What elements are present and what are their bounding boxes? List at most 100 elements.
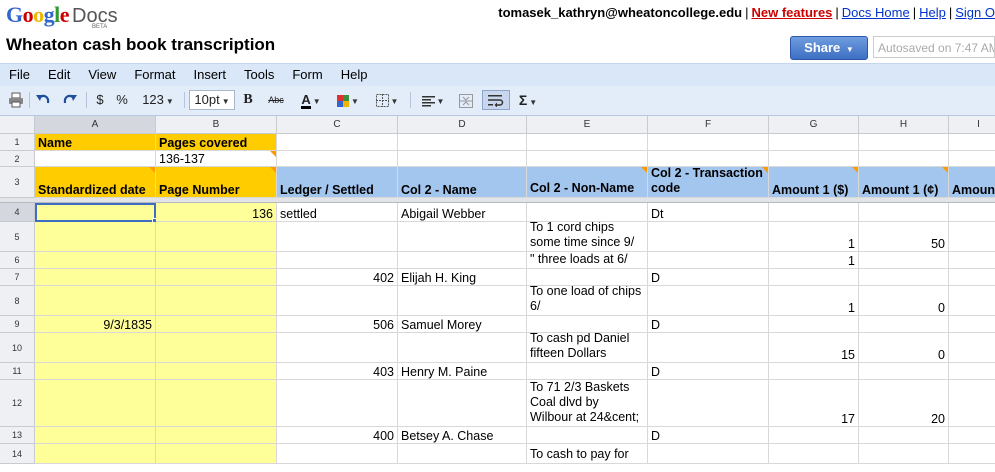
- grid-cell[interactable]: [527, 316, 648, 333]
- grid-cell[interactable]: [277, 222, 398, 252]
- grid-cell[interactable]: Name: [35, 134, 156, 151]
- grid-cell[interactable]: [949, 134, 995, 151]
- docs-home-link[interactable]: Docs Home: [842, 5, 910, 20]
- grid-cell[interactable]: To cash pd Daniel fifteen Dollars: [527, 333, 648, 363]
- grid-cell[interactable]: [398, 286, 527, 316]
- menu-form[interactable]: Form: [283, 64, 331, 86]
- row-header[interactable]: 5: [0, 222, 35, 252]
- menu-insert[interactable]: Insert: [184, 64, 235, 86]
- grid-cell[interactable]: 402: [277, 269, 398, 286]
- grid-cell[interactable]: [949, 333, 995, 363]
- spreadsheet-grid[interactable]: A B C D E F G H I 1 Name Pages covered 2 136-137 3 Stan…: [0, 116, 995, 472]
- grid-cell[interactable]: [156, 444, 277, 464]
- row-header[interactable]: 3: [0, 167, 35, 198]
- grid-cell[interactable]: [527, 151, 648, 167]
- grid-cell[interactable]: 400: [277, 427, 398, 444]
- grid-cell[interactable]: To 1 cord chips some time since 9/: [527, 222, 648, 252]
- grid-cell[interactable]: [527, 427, 648, 444]
- merge-cells-icon[interactable]: [456, 90, 476, 110]
- grid-cell[interactable]: [648, 333, 769, 363]
- grid-cell[interactable]: Abigail Webber: [398, 203, 527, 222]
- document-title[interactable]: Wheaton cash book transcription: [6, 35, 275, 55]
- grid-cell[interactable]: Col 2 - Name: [398, 167, 527, 198]
- column-header[interactable]: E: [527, 116, 648, 134]
- row-header[interactable]: 14: [0, 444, 35, 464]
- fill-color-dropdown[interactable]: ▼: [334, 90, 362, 110]
- grid-cell[interactable]: [949, 286, 995, 316]
- menu-help[interactable]: Help: [332, 64, 377, 86]
- grid-cell[interactable]: [156, 427, 277, 444]
- grid-cell[interactable]: [859, 203, 949, 222]
- grid-cell[interactable]: [859, 134, 949, 151]
- grid-cell[interactable]: To one load of chips 6/: [527, 286, 648, 316]
- grid-cell[interactable]: [35, 427, 156, 444]
- grid-cell[interactable]: Ledger / Settled: [277, 167, 398, 198]
- grid-cell[interactable]: D: [648, 427, 769, 444]
- grid-cell[interactable]: [35, 363, 156, 380]
- grid-cell[interactable]: To cash to pay for: [527, 444, 648, 464]
- print-icon[interactable]: [6, 90, 26, 110]
- menu-view[interactable]: View: [79, 64, 125, 86]
- grid-cell[interactable]: 506: [277, 316, 398, 333]
- grid-cell[interactable]: 1: [769, 286, 859, 316]
- column-header[interactable]: C: [277, 116, 398, 134]
- grid-cell[interactable]: [949, 380, 995, 427]
- grid-cell[interactable]: [156, 222, 277, 252]
- grid-cell[interactable]: Col 2 - Transaction code: [648, 167, 769, 198]
- grid-cell[interactable]: [769, 151, 859, 167]
- grid-cell[interactable]: Henry M. Paine: [398, 363, 527, 380]
- row-header[interactable]: 4: [0, 203, 35, 222]
- grid-cell[interactable]: [35, 380, 156, 427]
- row-header[interactable]: 2: [0, 151, 35, 167]
- number-format-dropdown[interactable]: 123 ▼: [138, 90, 178, 110]
- grid-cell[interactable]: Pages covered: [156, 134, 277, 151]
- grid-cell[interactable]: 0: [859, 286, 949, 316]
- grid-cell[interactable]: [859, 427, 949, 444]
- new-features-link[interactable]: New features: [751, 5, 832, 20]
- grid-cell[interactable]: [648, 444, 769, 464]
- menu-edit[interactable]: Edit: [39, 64, 79, 86]
- grid-cell[interactable]: [398, 380, 527, 427]
- grid-cell[interactable]: Amount: [949, 167, 995, 198]
- font-size-dropdown[interactable]: 10pt ▼: [189, 90, 235, 110]
- grid-cell[interactable]: [648, 222, 769, 252]
- grid-cell[interactable]: [769, 269, 859, 286]
- row-header[interactable]: 8: [0, 286, 35, 316]
- grid-cell[interactable]: 0: [859, 333, 949, 363]
- grid-cell[interactable]: [949, 444, 995, 464]
- grid-cell[interactable]: [527, 134, 648, 151]
- grid-cell[interactable]: [859, 316, 949, 333]
- grid-cell[interactable]: [949, 252, 995, 269]
- percent-format-button[interactable]: %: [113, 90, 131, 110]
- row-header[interactable]: 1: [0, 134, 35, 151]
- grid-cell[interactable]: [949, 269, 995, 286]
- grid-cell[interactable]: [769, 203, 859, 222]
- grid-cell[interactable]: Dt: [648, 203, 769, 222]
- grid-cell[interactable]: [398, 134, 527, 151]
- grid-cell[interactable]: [398, 252, 527, 269]
- grid-cell[interactable]: [648, 151, 769, 167]
- grid-cell[interactable]: [156, 316, 277, 333]
- grid-cell[interactable]: [949, 363, 995, 380]
- grid-cell[interactable]: [949, 203, 995, 222]
- grid-cell[interactable]: [398, 333, 527, 363]
- grid-cell[interactable]: [156, 252, 277, 269]
- grid-cell[interactable]: [35, 333, 156, 363]
- grid-cell[interactable]: [648, 380, 769, 427]
- grid-cell[interactable]: D: [648, 316, 769, 333]
- grid-cell[interactable]: 15: [769, 333, 859, 363]
- menu-tools[interactable]: Tools: [235, 64, 283, 86]
- grid-cell[interactable]: [277, 252, 398, 269]
- column-header[interactable]: D: [398, 116, 527, 134]
- grid-cell[interactable]: [949, 427, 995, 444]
- grid-cell[interactable]: Amount 1 (¢): [859, 167, 949, 198]
- column-header[interactable]: B: [156, 116, 277, 134]
- grid-cell[interactable]: Betsey A. Chase: [398, 427, 527, 444]
- grid-cell[interactable]: [156, 333, 277, 363]
- grid-cell[interactable]: [156, 269, 277, 286]
- sign-out-link[interactable]: Sign O: [955, 5, 995, 20]
- grid-cell[interactable]: 403: [277, 363, 398, 380]
- grid-cell[interactable]: [859, 444, 949, 464]
- row-header[interactable]: 11: [0, 363, 35, 380]
- column-header[interactable]: H: [859, 116, 949, 134]
